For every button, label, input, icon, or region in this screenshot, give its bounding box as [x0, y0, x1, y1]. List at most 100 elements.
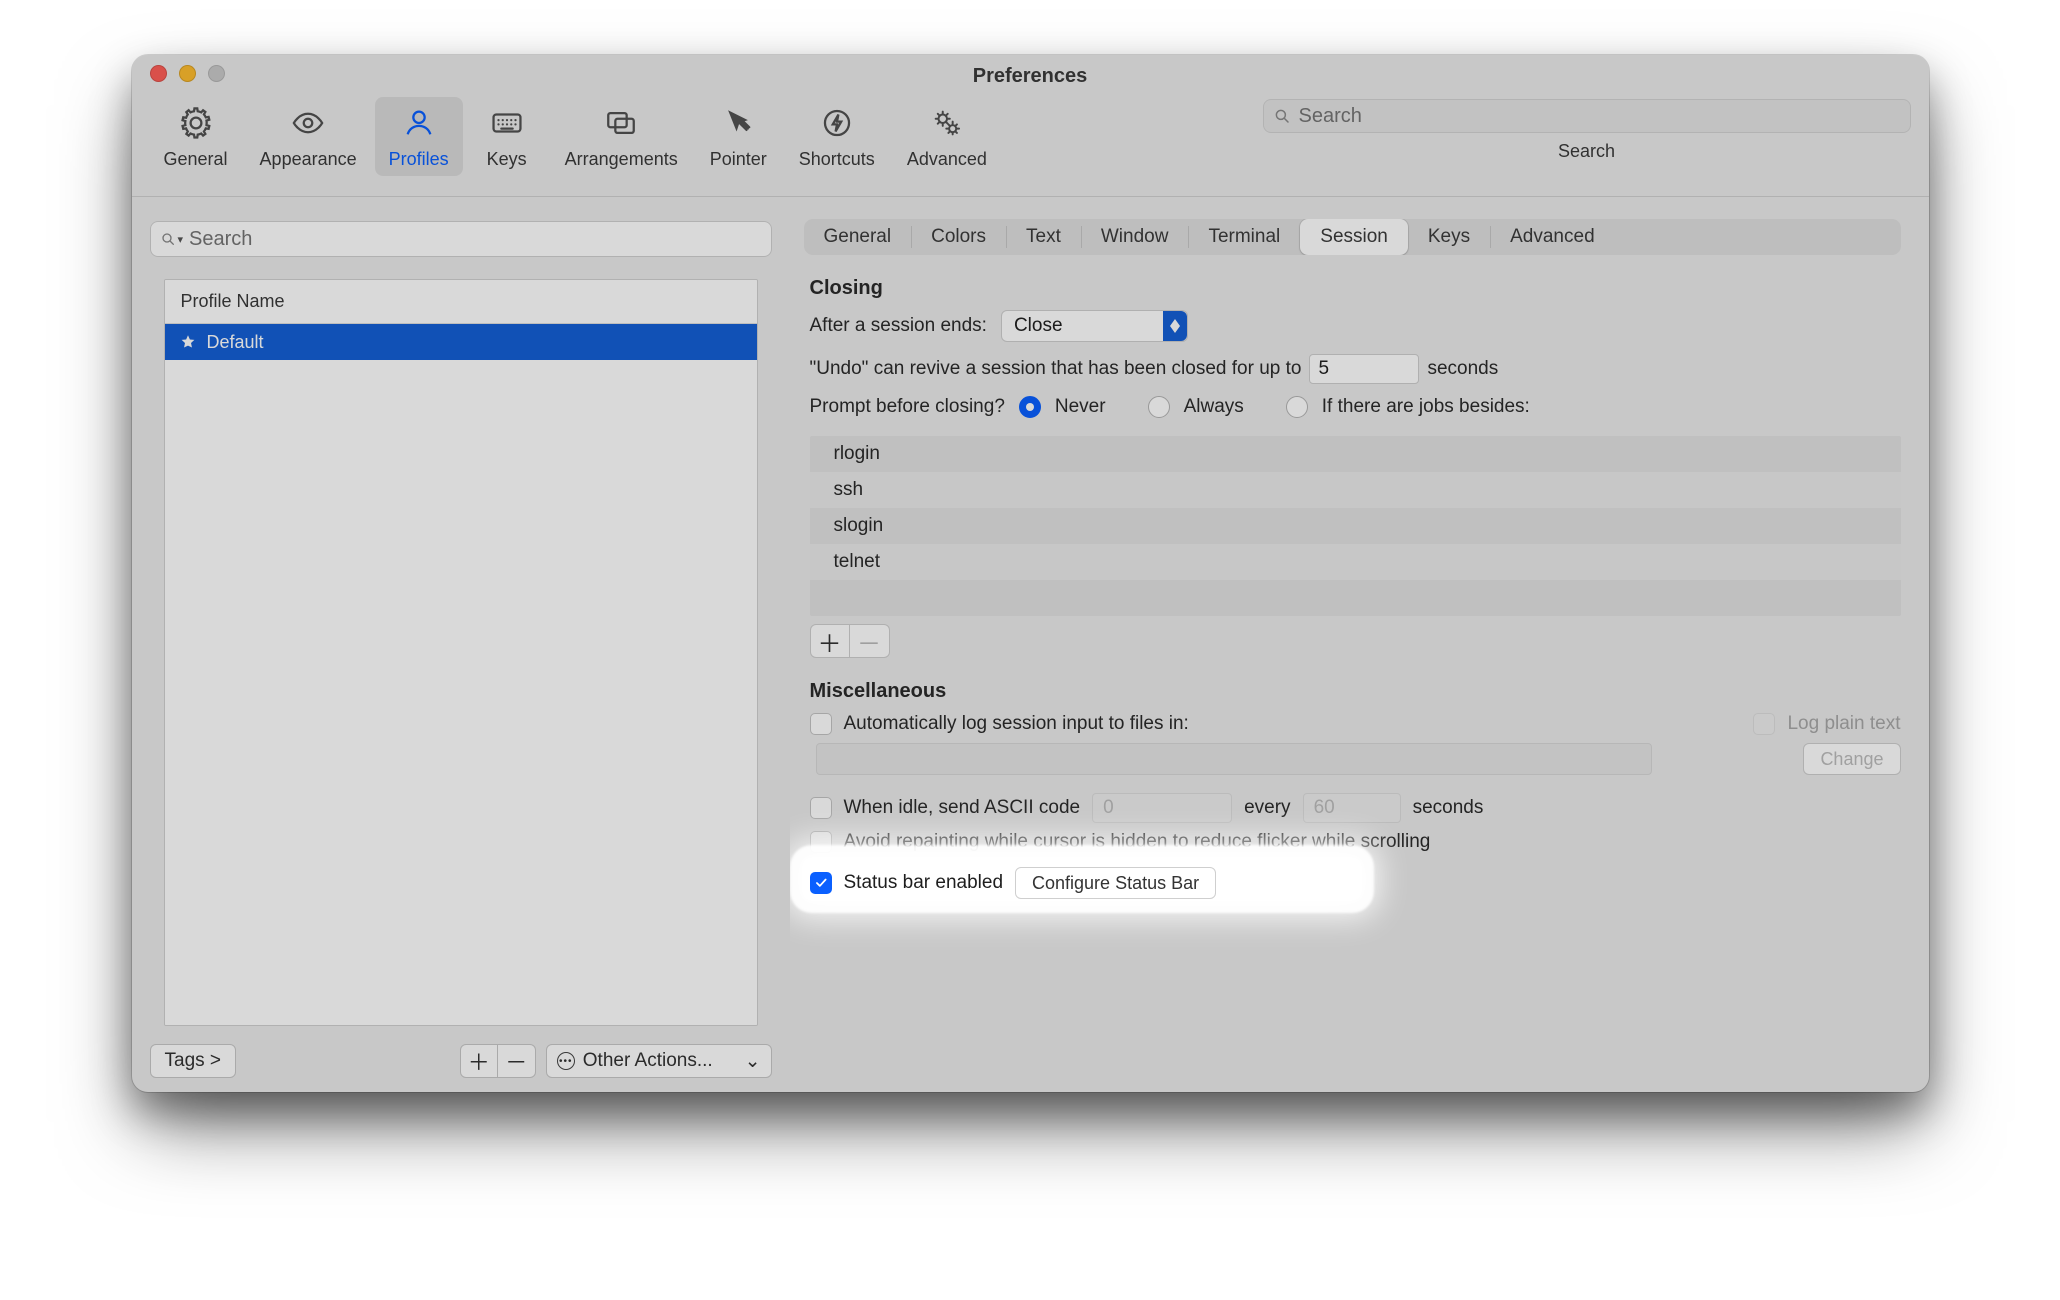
status-bar-row: Status bar enabled Configure Status Bar [810, 863, 1901, 903]
gear-icon [179, 103, 213, 143]
idle-post: seconds [1413, 797, 1484, 819]
remove-profile-button[interactable]: － [498, 1044, 536, 1078]
person-icon [402, 103, 436, 143]
jobs-add-button[interactable]: ＋ [810, 624, 850, 658]
ellipsis-icon: ••• [557, 1052, 575, 1070]
avoid-repaint-label: Avoid repainting while cursor is hidden … [844, 831, 1431, 853]
change-path-button: Change [1803, 743, 1900, 775]
idle-mid: every [1244, 797, 1290, 819]
avoid-repaint-checkbox[interactable] [810, 831, 832, 853]
subtab-keys[interactable]: Keys [1408, 219, 1490, 255]
toolbar-keys-label: Keys [487, 149, 527, 170]
profiles-row-default[interactable]: Default [165, 324, 757, 360]
toolbar-appearance[interactable]: Appearance [246, 97, 371, 176]
prompt-label: Prompt before closing? [810, 396, 1005, 418]
log-path-field [816, 743, 1652, 775]
prompt-radio-never[interactable] [1019, 396, 1041, 418]
other-actions-menu[interactable]: ••• Other Actions... ⌄ [546, 1044, 772, 1078]
list-item[interactable]: telnet [810, 544, 1901, 580]
list-item[interactable]: slogin [810, 508, 1901, 544]
log-plain-label: Log plain text [1787, 713, 1900, 735]
toolbar-keys[interactable]: Keys [467, 97, 547, 176]
eye-icon [291, 103, 325, 143]
toolbar-arrangements[interactable]: Arrangements [551, 97, 692, 176]
subtab-session[interactable]: Session [1300, 219, 1408, 255]
undo-text-pre: "Undo" can revive a session that has bee… [810, 358, 1302, 380]
titlebar: Preferences [132, 55, 1929, 91]
check-icon [814, 876, 828, 890]
list-item[interactable]: ssh [810, 472, 1901, 508]
toolbar: General Appearance Profiles Keys Arrange… [132, 91, 1929, 197]
prompt-radio-always-label: Always [1184, 396, 1244, 418]
toolbar-general-label: General [164, 149, 228, 170]
misc-heading: Miscellaneous [810, 680, 1901, 703]
chevron-down-icon: ▾ [178, 233, 184, 246]
jobs-remove-button[interactable]: － [850, 624, 890, 658]
undo-text-post: seconds [1427, 358, 1498, 380]
search-icon [1273, 107, 1291, 125]
profiles-table-header[interactable]: Profile Name [165, 280, 757, 324]
other-actions-label: Other Actions... [583, 1050, 713, 1072]
toolbar-appearance-label: Appearance [260, 149, 357, 170]
status-bar-label: Status bar enabled [844, 872, 1004, 894]
auto-log-label: Automatically log session input to files… [844, 713, 1189, 735]
subtab-advanced[interactable]: Advanced [1490, 219, 1615, 255]
toolbar-profiles[interactable]: Profiles [375, 97, 463, 176]
prompt-radio-never-label: Never [1055, 396, 1106, 418]
tags-button[interactable]: Tags > [150, 1044, 237, 1078]
subtab-colors[interactable]: Colors [911, 219, 1006, 255]
subtab-text[interactable]: Text [1006, 219, 1081, 255]
undo-seconds-field[interactable]: 5 [1309, 354, 1419, 384]
window-minimize-button[interactable] [179, 65, 196, 82]
window-title: Preferences [132, 58, 1929, 88]
idle-pre: When idle, send ASCII code [844, 797, 1081, 819]
idle-checkbox[interactable] [810, 797, 832, 819]
window-zoom-button[interactable] [208, 65, 225, 82]
keyboard-icon [490, 103, 524, 143]
idle-code-field: 0 [1092, 793, 1232, 823]
profile-subtabs: General Colors Text Window Terminal Sess… [804, 219, 1901, 255]
log-plain-checkbox [1753, 713, 1775, 735]
bolt-icon [820, 103, 854, 143]
chevron-down-icon: ⌄ [745, 1050, 761, 1073]
profiles-table: Profile Name Default [164, 279, 758, 1026]
add-profile-button[interactable]: ＋ [460, 1044, 498, 1078]
after-session-label: After a session ends: [810, 315, 987, 337]
prompt-radio-jobs-label: If there are jobs besides: [1322, 396, 1530, 418]
closing-heading: Closing [810, 277, 1901, 300]
cursor-icon [721, 103, 755, 143]
profiles-search-input[interactable] [189, 228, 761, 251]
list-item[interactable]: rlogin [810, 436, 1901, 472]
idle-sec-field: 60 [1303, 793, 1401, 823]
after-session-select[interactable]: Close [1001, 310, 1188, 342]
auto-log-checkbox[interactable] [810, 713, 832, 735]
toolbar-advanced[interactable]: Advanced [893, 97, 1001, 176]
toolbar-search-input[interactable] [1299, 105, 1901, 128]
window-close-button[interactable] [150, 65, 167, 82]
jobs-list[interactable]: rlogin ssh slogin telnet [810, 436, 1901, 616]
toolbar-search[interactable] [1263, 99, 1911, 133]
toolbar-pointer[interactable]: Pointer [696, 97, 781, 176]
after-session-value: Close [1014, 315, 1063, 337]
prompt-radio-always[interactable] [1148, 396, 1170, 418]
toolbar-shortcuts[interactable]: Shortcuts [785, 97, 889, 176]
subtab-terminal[interactable]: Terminal [1188, 219, 1300, 255]
prompt-radio-jobs[interactable] [1286, 396, 1308, 418]
subtab-general[interactable]: General [804, 219, 912, 255]
search-icon [160, 231, 176, 247]
star-icon [179, 333, 197, 351]
status-bar-checkbox[interactable] [810, 872, 832, 894]
toolbar-pointer-label: Pointer [710, 149, 767, 170]
toolbar-search-caption: Search [1558, 141, 1615, 162]
subtab-window[interactable]: Window [1081, 219, 1189, 255]
toolbar-advanced-label: Advanced [907, 149, 987, 170]
toolbar-general[interactable]: General [150, 97, 242, 176]
configure-status-bar-button[interactable]: Configure Status Bar [1015, 867, 1216, 899]
toolbar-arrangements-label: Arrangements [565, 149, 678, 170]
profiles-search[interactable]: ▾ [150, 221, 772, 257]
profiles-row-label: Default [207, 332, 264, 353]
list-item[interactable] [810, 580, 1901, 616]
toolbar-shortcuts-label: Shortcuts [799, 149, 875, 170]
updown-icon [1163, 311, 1187, 341]
windows-icon [604, 103, 638, 143]
